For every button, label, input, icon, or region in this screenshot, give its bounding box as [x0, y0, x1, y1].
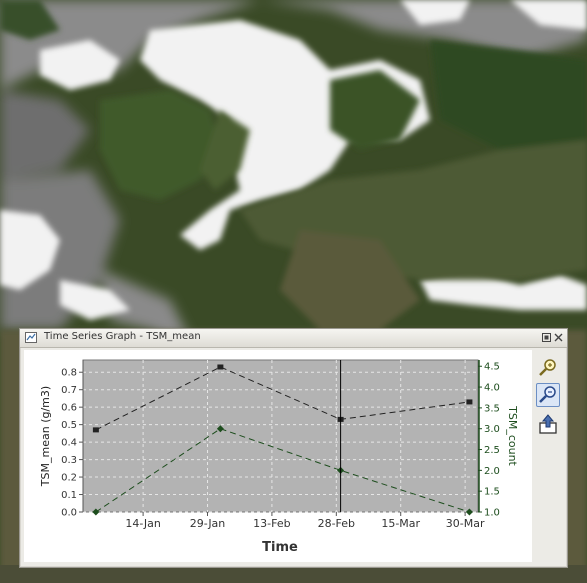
left-axis: 0.0 0.1 0.2 0.3 0.4 0.5 0.6 0.7 0.8 [61, 360, 84, 519]
time-series-window: Time Series Graph - TSM_mean 0.0 0.1 0.2 0.… [19, 328, 568, 568]
y-left-tick-label: 0.3 [61, 455, 77, 466]
x-tick-label: 14-Jan [125, 517, 161, 530]
y-left-tick-label: 0.8 [61, 368, 77, 379]
y-left-tick-label: 0.0 [61, 508, 77, 519]
close-icon[interactable] [553, 332, 564, 343]
time-series-chart: 0.0 0.1 0.2 0.3 0.4 0.5 0.6 0.7 0.8 1.0 1.5 2.0 2.5… [39, 359, 519, 555]
y-left-tick-label: 0.2 [61, 473, 77, 484]
y-left-tick-label: 0.7 [61, 385, 77, 396]
y-left-tick-label: 0.1 [61, 490, 77, 501]
window-title: Time Series Graph - TSM_mean [44, 331, 201, 342]
data-point-tsm-mean [92, 427, 99, 433]
y-left-tick-label: 0.5 [61, 420, 77, 431]
zoom-in-icon [539, 359, 556, 376]
x-axis: 14-Jan 29-Jan 13-Feb 28-Feb 15-Mar 30-Mar [125, 512, 485, 530]
y-right-tick-label: 3.0 [484, 424, 500, 435]
y-left-tick-label: 0.6 [61, 403, 77, 414]
zoom-out-button[interactable] [536, 383, 560, 407]
x-tick-label: 13-Feb [253, 517, 290, 530]
maximize-icon[interactable] [541, 332, 552, 343]
x-tick-label: 30-Mar [446, 517, 485, 530]
data-point-tsm-mean [466, 399, 473, 405]
y-left-tick-label: 0.4 [61, 438, 77, 449]
x-tick-label: 29-Jan [190, 517, 226, 530]
y-right-tick-label: 2.5 [484, 445, 500, 456]
window-titlebar[interactable]: Time Series Graph - TSM_mean [20, 329, 567, 348]
y-axis-right-label: TSM_count [506, 405, 519, 466]
x-axis-label: Time [262, 540, 298, 555]
export-icon [539, 414, 557, 434]
y-right-tick-label: 1.0 [484, 508, 500, 519]
y-right-tick-label: 4.5 [484, 362, 500, 373]
y-axis-left-label: TSM_mean (g/m3) [39, 386, 52, 487]
data-point-tsm-mean [217, 364, 224, 370]
zoom-in-button[interactable] [536, 356, 560, 380]
y-right-tick-label: 4.0 [484, 383, 500, 394]
y-right-tick-label: 2.0 [484, 466, 500, 477]
graph-panel: 0.0 0.1 0.2 0.3 0.4 0.5 0.6 0.7 0.8 1.0 1.5 2.0 2.5… [24, 350, 532, 562]
graph-window-icon [25, 332, 37, 343]
zoom-out-icon [539, 386, 556, 403]
plot-area [82, 359, 479, 513]
x-tick-label: 15-Mar [381, 517, 420, 530]
graph-toolbar [533, 350, 563, 562]
x-tick-label: 28-Feb [318, 517, 355, 530]
right-axis: 1.0 1.5 2.0 2.5 3.0 3.5 4.0 4.5 [478, 360, 500, 519]
export-button[interactable] [536, 412, 560, 436]
y-right-tick-label: 1.5 [484, 487, 500, 498]
y-right-tick-label: 3.5 [484, 403, 500, 414]
